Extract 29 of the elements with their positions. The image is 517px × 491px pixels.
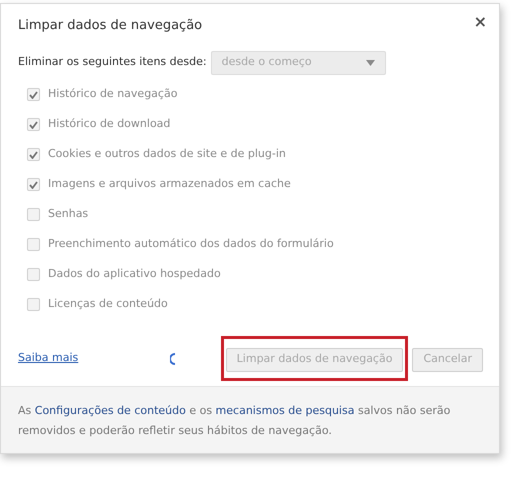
checkbox-label: Dados do aplicativo hospedado — [48, 266, 221, 282]
checkbox[interactable] — [27, 148, 40, 161]
checkbox-label: Histórico de download — [48, 116, 170, 132]
check-icon — [29, 120, 38, 128]
checkbox[interactable] — [27, 208, 40, 221]
dialog-title: Limpar dados de navegação — [18, 17, 202, 35]
checkbox[interactable] — [27, 178, 40, 191]
learn-more-link[interactable]: Saiba mais — [18, 350, 78, 367]
checkbox[interactable] — [27, 238, 40, 251]
checkbox-label: Imagens e arquivos armazenados em cache — [48, 176, 291, 192]
checkbox-label: Senhas — [48, 206, 88, 222]
footer-link[interactable]: mecanismos de pesquisa — [216, 404, 354, 416]
close-button[interactable]: × — [474, 14, 487, 30]
period-label: Eliminar os seguintes itens desde: — [18, 54, 207, 70]
check-icon — [29, 180, 38, 188]
footer-link[interactable]: Configurações de conteúdo — [34, 404, 186, 416]
caret-icon — [366, 60, 375, 66]
checkbox-label: Cookies e outros dados de site e de plug-in — [48, 146, 286, 162]
checkbox[interactable] — [27, 88, 40, 101]
checkbox-label: Preenchimento automático dos dados do formulário — [48, 236, 334, 252]
checkbox-label: Histórico de navegação — [48, 86, 178, 102]
footer-note: As Configurações de conteúdo e os mecanismos de pesquisa salvos não serão removidos e poderão refletir seus hábitos de navegação. — [18, 402, 452, 438]
checkbox[interactable] — [27, 118, 40, 131]
check-icon — [29, 150, 38, 158]
checkbox-label: Licenças de conteúdo — [48, 296, 168, 312]
dropdown-value: desde o começo — [222, 54, 312, 70]
check-icon — [29, 90, 38, 98]
checkbox[interactable] — [27, 298, 40, 311]
checkbox[interactable] — [27, 268, 40, 281]
